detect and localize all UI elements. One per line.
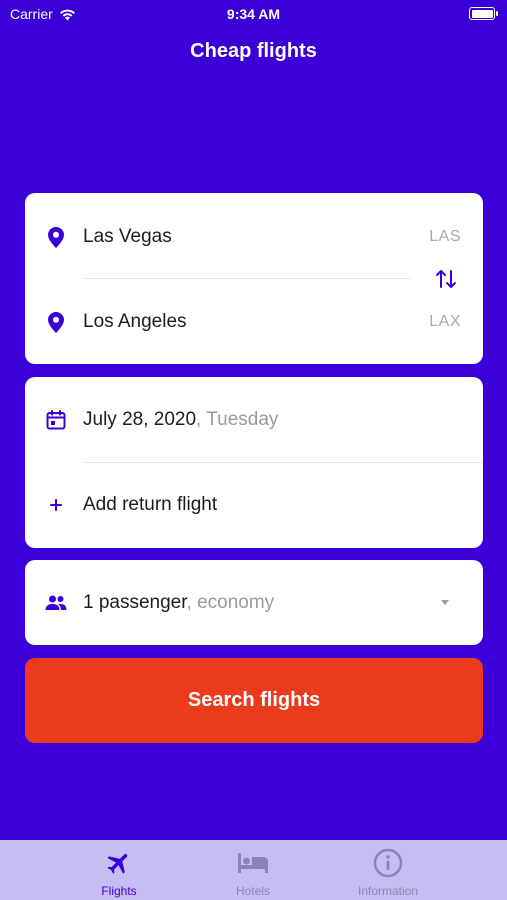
search-flights-button[interactable]: Search flights <box>25 658 483 743</box>
origin-code: LAS <box>429 228 461 245</box>
people-icon <box>45 592 67 614</box>
departure-date-value: July 28, 2020 <box>83 409 197 430</box>
tab-information-label: Information <box>357 884 419 898</box>
status-time: 9:34 AM <box>226 6 281 22</box>
cabin-class: , economy <box>186 592 275 613</box>
departure-date-row[interactable]: July 28, 2020, Tuesday <box>25 398 483 442</box>
battery-icon <box>469 7 498 20</box>
destination-code: LAX <box>429 313 461 330</box>
info-icon <box>372 848 404 878</box>
calendar-icon <box>45 409 67 431</box>
passenger-count: 1 passenger <box>83 592 187 613</box>
bed-icon <box>237 848 269 878</box>
add-return-label: Add return flight <box>83 494 218 515</box>
departure-weekday: , Tuesday <box>196 409 279 430</box>
tab-flights-label: Flights <box>101 884 137 898</box>
destination-row[interactable]: Los Angeles LAX <box>25 300 483 344</box>
date-divider <box>83 462 483 463</box>
origin-city: Las Vegas <box>83 226 172 247</box>
route-divider <box>83 278 411 279</box>
departure-date: July 28, 2020, Tuesday <box>83 409 278 431</box>
tab-hotels-label: Hotels <box>235 884 270 898</box>
page-title: Cheap flights <box>190 40 317 62</box>
swap-icon[interactable] <box>435 267 457 291</box>
status-bar: Carrier 9:34 AM <box>0 0 507 28</box>
passenger-summary: 1 passenger, economy <box>83 592 274 614</box>
tab-hotels[interactable]: Hotels <box>188 840 318 900</box>
tab-bar: Flights Hotels Information <box>0 840 507 900</box>
passenger-card[interactable]: 1 passenger, economy <box>25 560 483 645</box>
add-return-row[interactable]: Add return flight <box>25 483 483 527</box>
location-pin-icon <box>45 311 67 333</box>
origin-row[interactable]: Las Vegas LAS <box>25 215 483 259</box>
passenger-row[interactable]: 1 passenger, economy <box>25 581 483 625</box>
plus-icon <box>45 494 67 516</box>
route-card: Las Vegas LAS Los Angeles LAX <box>25 193 483 364</box>
tab-information[interactable]: Information <box>323 840 453 900</box>
tab-flights[interactable]: Flights <box>54 840 184 900</box>
chevron-down-icon <box>441 600 449 605</box>
location-pin-icon <box>45 226 67 248</box>
date-card: July 28, 2020, Tuesday Add return flight <box>25 377 483 548</box>
airplane-icon <box>103 848 135 878</box>
destination-city: Los Angeles <box>83 311 187 332</box>
